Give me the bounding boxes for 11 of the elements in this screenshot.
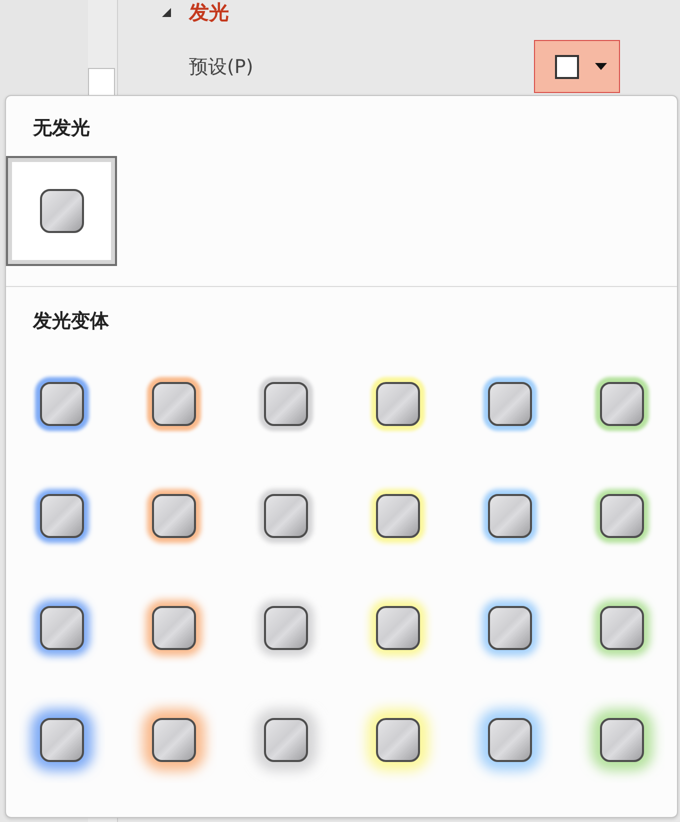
preset-label: 预设(P) bbox=[189, 54, 254, 78]
preset-dropdown-button[interactable] bbox=[534, 40, 620, 93]
section-title: 发光 bbox=[189, 0, 229, 24]
plain-square-icon bbox=[40, 189, 84, 233]
collapse-triangle-icon[interactable] bbox=[162, 8, 171, 16]
group-title: 发光变体 bbox=[33, 309, 109, 333]
group-title: 无发光 bbox=[33, 116, 90, 140]
no-glow-option[interactable] bbox=[6, 156, 117, 266]
scrollbar-thumb[interactable] bbox=[88, 68, 115, 98]
square-icon bbox=[555, 54, 579, 78]
caret-icon bbox=[595, 63, 607, 70]
